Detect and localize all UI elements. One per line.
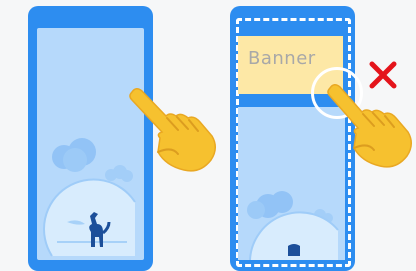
cross-icon bbox=[369, 61, 397, 89]
dog-illustration bbox=[247, 191, 339, 260]
pointing-hand-icon bbox=[327, 84, 412, 168]
pointing-hand-icon bbox=[129, 88, 216, 172]
banner-label: Banner bbox=[248, 48, 316, 69]
